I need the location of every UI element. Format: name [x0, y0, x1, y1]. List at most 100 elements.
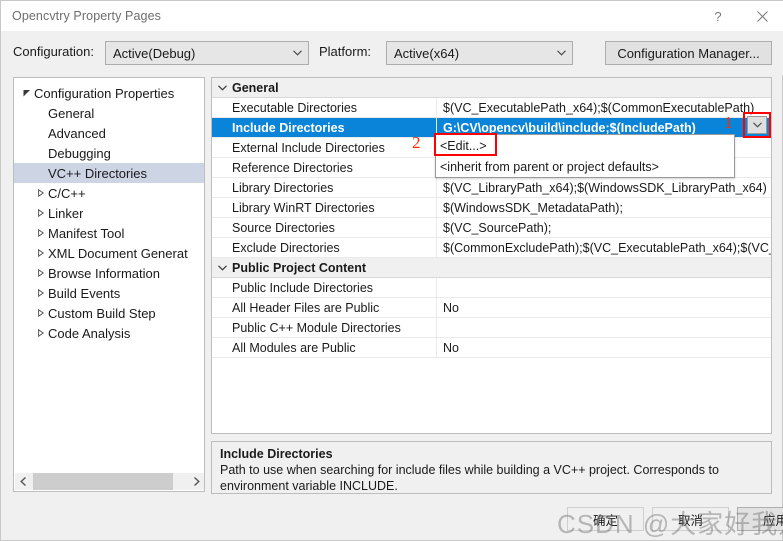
sidebar-item-label: Advanced	[48, 125, 106, 141]
sidebar-item-configuration-properties[interactable]: Configuration Properties	[14, 83, 204, 103]
property-row[interactable]: Library WinRT Directories $(WindowsSDK_Me…	[212, 198, 771, 218]
sidebar-item-advanced[interactable]: Advanced	[14, 123, 204, 143]
property-name-cell: Executable Directories	[212, 98, 437, 117]
sidebar-item-vc-directories[interactable]: VC++ Directories	[14, 163, 204, 183]
triangle-right-icon[interactable]	[34, 269, 48, 277]
platform-label: Platform:	[319, 44, 372, 59]
chevron-down-icon[interactable]	[212, 264, 232, 271]
configuration-label: Configuration:	[13, 44, 94, 59]
close-button[interactable]	[740, 1, 783, 31]
property-category-row[interactable]: General	[212, 78, 771, 98]
property-row[interactable]: All Header Files are Public No	[212, 298, 771, 318]
property-value-cell[interactable]: $(WindowsSDK_MetadataPath);	[437, 198, 771, 217]
sidebar-item-custom-build-step[interactable]: Custom Build Step	[14, 303, 204, 323]
sidebar-item-browse-information[interactable]: Browse Information	[14, 263, 204, 283]
annotation-number-one: 1	[724, 113, 733, 132]
sidebar-item-label: Debugging	[48, 145, 111, 161]
triangle-right-icon[interactable]	[34, 329, 48, 337]
sidebar-item-label: Linker	[48, 205, 84, 221]
sidebar-item-label: Manifest Tool	[48, 225, 125, 241]
property-name-cell: Public C++ Module Directories	[212, 318, 437, 337]
triangle-down-icon[interactable]	[20, 89, 34, 97]
chevron-down-icon	[550, 42, 572, 64]
chevron-down-icon	[752, 122, 762, 128]
property-name-cell: Include Directories	[212, 118, 437, 137]
triangle-right-icon[interactable]	[34, 289, 48, 297]
configuration-combobox[interactable]: Active(Debug)	[105, 41, 309, 65]
property-value-cell[interactable]	[437, 258, 771, 277]
ok-button[interactable]: 确定	[567, 507, 644, 531]
property-category-label: General	[232, 80, 279, 95]
property-category-row[interactable]: Public Project Content	[212, 258, 771, 278]
apply-button[interactable]: 应用	[737, 507, 783, 531]
sidebar-item-code-analysis[interactable]: Code Analysis	[14, 323, 204, 343]
scroll-right-arrow-icon[interactable]	[188, 473, 204, 490]
sidebar-item-label: Build Events	[48, 285, 121, 301]
sidebar-item-xml-document-generat[interactable]: XML Document Generat	[14, 243, 204, 263]
property-grid[interactable]: General Executable Directories $(VC_Execut…	[211, 77, 772, 434]
property-name-cell: Public Include Directories	[212, 278, 437, 297]
property-name-cell: General	[212, 78, 437, 97]
window-title: Opencvtry Property Pages	[12, 9, 161, 23]
property-value-cell[interactable]: $(VC_ExecutablePath_x64);$(CommonExecuta…	[437, 98, 771, 117]
property-name-cell: Library WinRT Directories	[212, 198, 437, 217]
close-icon	[756, 10, 768, 22]
sidebar-item-label: C/C++	[48, 185, 86, 201]
property-value-cell[interactable]	[437, 318, 771, 337]
triangle-right-icon[interactable]	[34, 249, 48, 257]
configuration-bar: Configuration: Active(Debug) Platform: A…	[1, 31, 783, 75]
property-category-label: Public Project Content	[232, 260, 367, 275]
property-row[interactable]: Exclude Directories $(CommonExcludePath);…	[212, 238, 771, 258]
include-directories-dropdown-list[interactable]: <Edit...> <inherit from parent or project…	[435, 134, 735, 178]
sidebar-item-debugging[interactable]: Debugging	[14, 143, 204, 163]
scroll-left-arrow-icon[interactable]	[15, 473, 32, 490]
configuration-manager-button[interactable]: Configuration Manager...	[605, 41, 772, 65]
dropdown-item[interactable]: <Edit...>	[436, 135, 734, 156]
property-row[interactable]: Public Include Directories	[212, 278, 771, 298]
triangle-right-icon[interactable]	[34, 309, 48, 317]
sidebar-item-manifest-tool[interactable]: Manifest Tool	[14, 223, 204, 243]
sidebar-item-c-c[interactable]: C/C++	[14, 183, 204, 203]
property-row[interactable]: Executable Directories $(VC_ExecutablePat…	[212, 98, 771, 118]
property-name-cell: External Include Directories	[212, 138, 437, 157]
sidebar-item-label: Browse Information	[48, 265, 160, 281]
sidebar-item-label: XML Document Generat	[48, 245, 188, 261]
property-row[interactable]: Public C++ Module Directories	[212, 318, 771, 338]
property-row[interactable]: All Modules are Public No	[212, 338, 771, 358]
property-row[interactable]: Source Directories $(VC_SourcePath);	[212, 218, 771, 238]
property-row[interactable]: Library Directories $(VC_LibraryPath_x64)…	[212, 178, 771, 198]
properties-tree[interactable]: Configuration Properties General Advanced D…	[14, 78, 204, 343]
tree-horizontal-scrollbar[interactable]	[15, 473, 204, 490]
property-value-cell[interactable]: $(CommonExcludePath);$(VC_ExecutablePath…	[437, 238, 771, 257]
scrollbar-track[interactable]	[173, 473, 188, 490]
property-value-cell[interactable]	[437, 78, 771, 97]
sidebar-item-label: Configuration Properties	[34, 85, 175, 101]
title-bar: Opencvtry Property Pages ?	[1, 1, 783, 31]
property-value-cell[interactable]: $(VC_LibraryPath_x64);$(WindowsSDK_Libra…	[437, 178, 771, 197]
chevron-down-icon[interactable]	[212, 84, 232, 91]
properties-tree-panel: Configuration Properties General Advanced D…	[13, 77, 205, 492]
include-directories-dropdown-button[interactable]	[747, 116, 767, 134]
title-bar-buttons: ?	[696, 1, 783, 31]
configuration-value: Active(Debug)	[113, 45, 196, 61]
property-name-cell: All Modules are Public	[212, 338, 437, 357]
property-name-cell: Public Project Content	[212, 258, 437, 277]
property-name-cell: All Header Files are Public	[212, 298, 437, 317]
cancel-button[interactable]: 取消	[652, 507, 729, 531]
triangle-right-icon[interactable]	[34, 209, 48, 217]
dropdown-item[interactable]: <inherit from parent or project defaults…	[436, 156, 734, 177]
property-name-cell: Exclude Directories	[212, 238, 437, 257]
annotation-number-two: 2	[412, 133, 421, 152]
triangle-right-icon[interactable]	[34, 229, 48, 237]
property-value-cell[interactable]	[437, 278, 771, 297]
sidebar-item-general[interactable]: General	[14, 103, 204, 123]
platform-combobox[interactable]: Active(x64)	[386, 41, 573, 65]
property-value-cell[interactable]: $(VC_SourcePath);	[437, 218, 771, 237]
sidebar-item-linker[interactable]: Linker	[14, 203, 204, 223]
triangle-right-icon[interactable]	[34, 189, 48, 197]
help-button[interactable]: ?	[696, 1, 740, 31]
scrollbar-thumb[interactable]	[33, 473, 173, 490]
sidebar-item-build-events[interactable]: Build Events	[14, 283, 204, 303]
property-value-cell[interactable]: No	[437, 298, 771, 317]
property-value-cell[interactable]: No	[437, 338, 771, 357]
